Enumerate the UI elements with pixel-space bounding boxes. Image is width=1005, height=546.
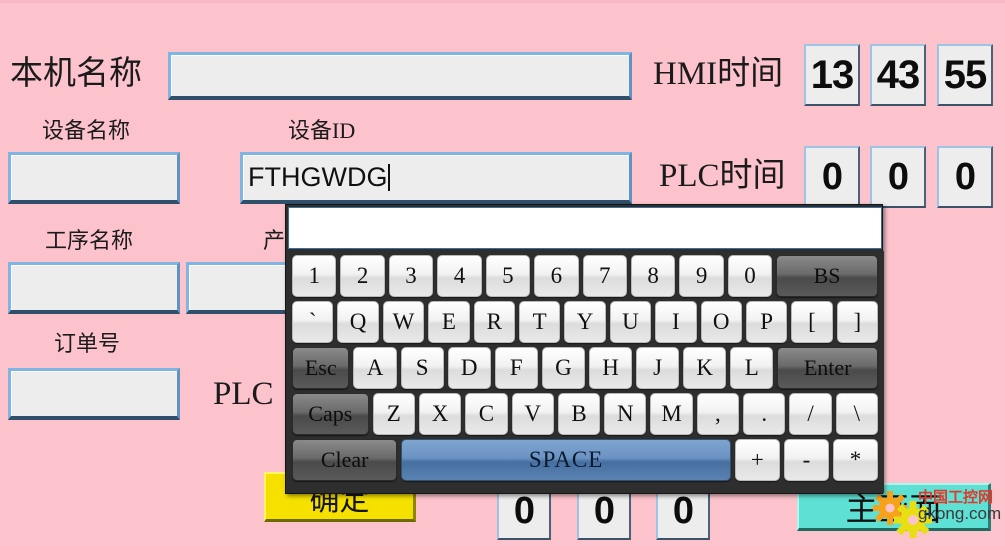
key-clear[interactable]: Clear (292, 439, 398, 481)
key-6[interactable]: 6 (534, 255, 579, 297)
key-w[interactable]: W (382, 301, 425, 343)
keyboard-keys: 1 2 3 4 5 6 7 8 9 0 BS ` Q W E R T Y U I O P[] Esc A S D F G H J K L Ent… (286, 251, 884, 493)
device-name-label: 设备名称 (42, 118, 131, 143)
key-8[interactable]: 8 (630, 255, 676, 297)
key-s[interactable]: S (400, 347, 444, 389)
key-c[interactable]: C (465, 393, 508, 435)
order-no-label: 订单号 (54, 331, 121, 356)
device-id-label: 设备ID (288, 118, 356, 143)
order-no-input[interactable] (8, 368, 180, 420)
key-space[interactable]: SPACE (401, 439, 731, 481)
key-l[interactable]: L (730, 347, 774, 389)
key-r[interactable]: R (473, 301, 515, 343)
plc-time-set-label: PLC (213, 376, 274, 412)
key-7[interactable]: 7 (582, 255, 627, 297)
key-x[interactable]: X (418, 393, 462, 435)
key-caps-lock[interactable]: Caps (292, 393, 369, 435)
hmi-screen: 本机名称 HMI时间 13 43 55 设备名称 设备ID FTHGWDG PL… (0, 0, 1005, 546)
key-5[interactable]: 5 (485, 255, 531, 297)
key-h[interactable]: H (588, 347, 633, 389)
keyboard-row-2: ` Q W E R T Y U I O P[] (292, 301, 879, 343)
plc-time-hour: 0 (804, 146, 860, 208)
key-bracket-left[interactable]: [ (791, 301, 833, 343)
key-e[interactable]: E (428, 301, 470, 343)
key-t[interactable]: T (518, 301, 561, 343)
key-4[interactable]: 4 (437, 255, 482, 297)
key-0[interactable]: 0 (727, 255, 773, 297)
key-q[interactable]: Q (337, 301, 379, 343)
key-g[interactable]: G (541, 347, 585, 389)
hmi-time-label: HMI时间 (653, 56, 784, 92)
key-b[interactable]: B (557, 393, 601, 435)
plc-time-minute: 0 (870, 146, 926, 208)
process-name-label: 工序名称 (45, 228, 134, 253)
keyboard-display (288, 207, 882, 249)
key-y[interactable]: Y (564, 301, 606, 343)
device-id-value: FTHGWDG (248, 162, 388, 192)
device-name-input[interactable] (8, 152, 180, 204)
key-n[interactable]: N (604, 393, 647, 435)
text-cursor (388, 164, 391, 191)
keyboard-row-5: Clear SPACE + - * (292, 439, 879, 481)
key-2[interactable]: 2 (340, 255, 385, 297)
process-name-input[interactable] (8, 262, 180, 314)
key-i[interactable]: I (655, 301, 697, 343)
device-id-input[interactable]: FTHGWDG (240, 152, 632, 204)
key-j[interactable]: J (636, 347, 680, 389)
key-o[interactable]: O (700, 301, 742, 343)
key-escape[interactable]: Esc (292, 347, 350, 389)
key-minus[interactable]: - (783, 439, 829, 481)
key-k[interactable]: K (683, 347, 727, 389)
keyboard-row-1: 1 2 3 4 5 6 7 8 9 0 BS (292, 255, 878, 297)
key-a[interactable]: A (353, 347, 397, 389)
key-u[interactable]: U (609, 301, 652, 343)
key-9[interactable]: 9 (679, 255, 724, 297)
key-bracket-right[interactable]: ] (836, 301, 879, 343)
key-comma[interactable]: , (696, 393, 740, 435)
machine-name-label: 本机名称 (10, 56, 142, 92)
product-name-label: 产 (263, 228, 286, 253)
hmi-time-minute: 43 (870, 44, 926, 106)
key-asterisk[interactable]: * (832, 439, 879, 481)
key-backspace[interactable]: BS (776, 255, 878, 297)
key-d[interactable]: D (447, 347, 491, 389)
key-p[interactable]: P (745, 301, 788, 343)
hmi-time-hour: 13 (804, 44, 860, 106)
key-v[interactable]: V (511, 393, 554, 435)
key-1[interactable]: 1 (292, 255, 337, 297)
virtual-keyboard[interactable]: 1 2 3 4 5 6 7 8 9 0 BS ` Q W E R T Y U I O P[] Esc A S D F G H J K L Ent… (285, 204, 884, 494)
plc-time-second: 0 (937, 146, 993, 208)
hmi-time-second: 55 (937, 44, 993, 106)
machine-name-input[interactable] (168, 52, 632, 100)
keyboard-row-3: Esc A S D F G H J K L Enter (292, 347, 878, 389)
key-period[interactable]: . (743, 393, 786, 435)
key-z[interactable]: Z (372, 393, 415, 435)
key-backslash[interactable]: \ (835, 393, 879, 435)
key-m[interactable]: M (650, 393, 693, 435)
key-3[interactable]: 3 (388, 255, 434, 297)
key-backtick[interactable]: ` (292, 301, 334, 343)
keyboard-row-4: Caps Z X C V B N M,. / \ (292, 393, 879, 435)
key-enter[interactable]: Enter (777, 347, 878, 389)
product-name-input[interactable] (186, 262, 292, 314)
key-slash[interactable]: / (789, 393, 832, 435)
plc-time-label: PLC时间 (659, 158, 786, 194)
key-plus[interactable]: + (734, 439, 780, 481)
key-f[interactable]: F (494, 347, 538, 389)
